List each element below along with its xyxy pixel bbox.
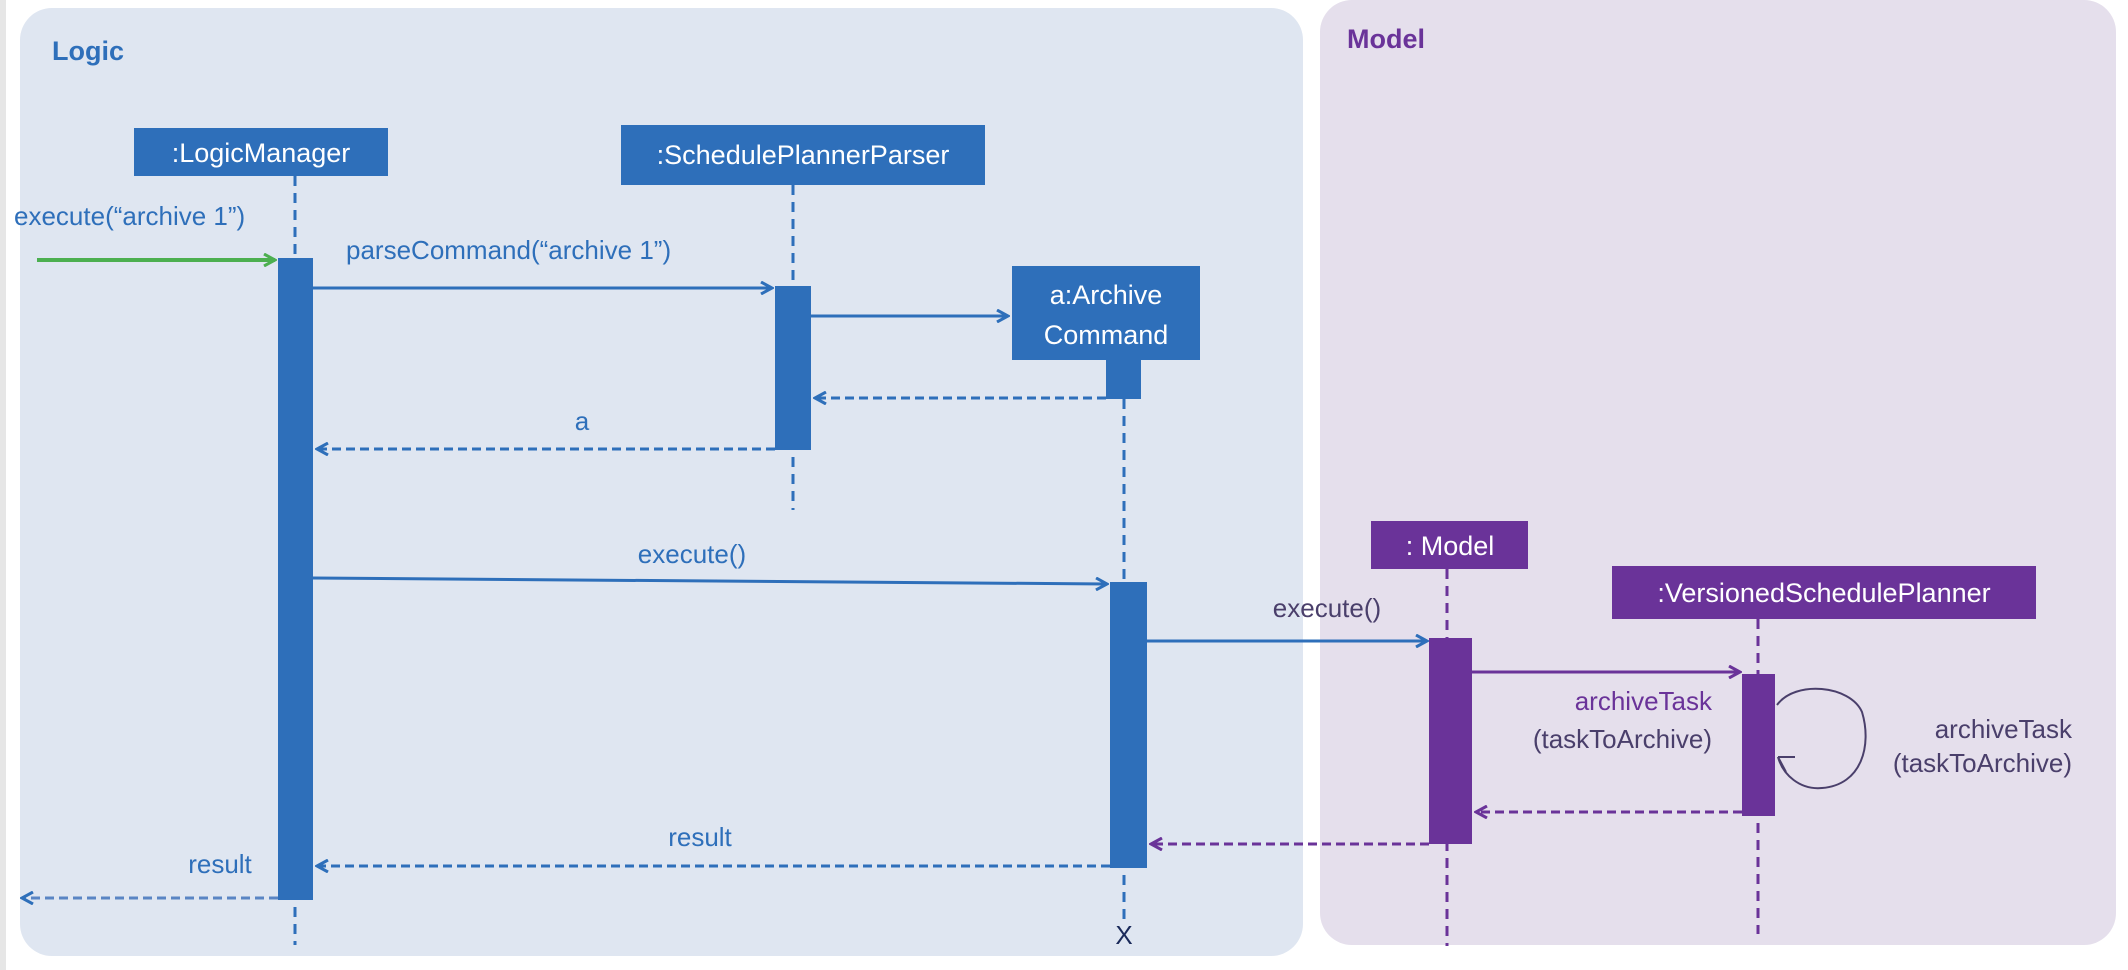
destroy-marker: X	[1115, 920, 1132, 950]
diagram-canvas: Logic Model :LogicManager :SchedulePlann…	[0, 0, 2116, 970]
return-a-label: a	[575, 406, 590, 436]
model-panel-title: Model	[1347, 24, 1425, 54]
archive-create-activation	[1106, 360, 1141, 399]
result-cmd-label: result	[668, 822, 732, 852]
archive-task-label-1: archiveTask	[1575, 686, 1713, 716]
logic-manager-label: :LogicManager	[172, 138, 351, 168]
execute-cmd-label: execute()	[638, 539, 746, 569]
parser-label: :SchedulePlannerParser	[657, 140, 950, 170]
model-label: : Model	[1406, 531, 1495, 561]
model-activation	[1429, 638, 1472, 844]
archive-task-label-2: (taskToArchive)	[1533, 724, 1712, 754]
sequence-diagram: Logic Model :LogicManager :SchedulePlann…	[0, 0, 2128, 970]
archive-command-label-2: Command	[1044, 320, 1169, 350]
archive-command-label-1: a:Archive	[1050, 280, 1163, 310]
logic-panel-title: Logic	[52, 36, 124, 66]
parser-activation	[775, 286, 811, 450]
self-task-label-1: archiveTask	[1935, 714, 2073, 744]
archive-execute-activation	[1110, 582, 1147, 868]
versioned-label: :VersionedSchedulePlanner	[1657, 578, 1990, 608]
versioned-activation	[1742, 674, 1775, 816]
parse-label: parseCommand(“archive 1”)	[346, 235, 671, 265]
execute-in-label: execute(“archive 1”)	[14, 201, 245, 231]
logic-manager-activation	[278, 258, 313, 900]
result-out-label: result	[188, 849, 252, 879]
execute-model-label: execute()	[1273, 593, 1381, 623]
self-task-label-2: (taskToArchive)	[1893, 748, 2072, 778]
